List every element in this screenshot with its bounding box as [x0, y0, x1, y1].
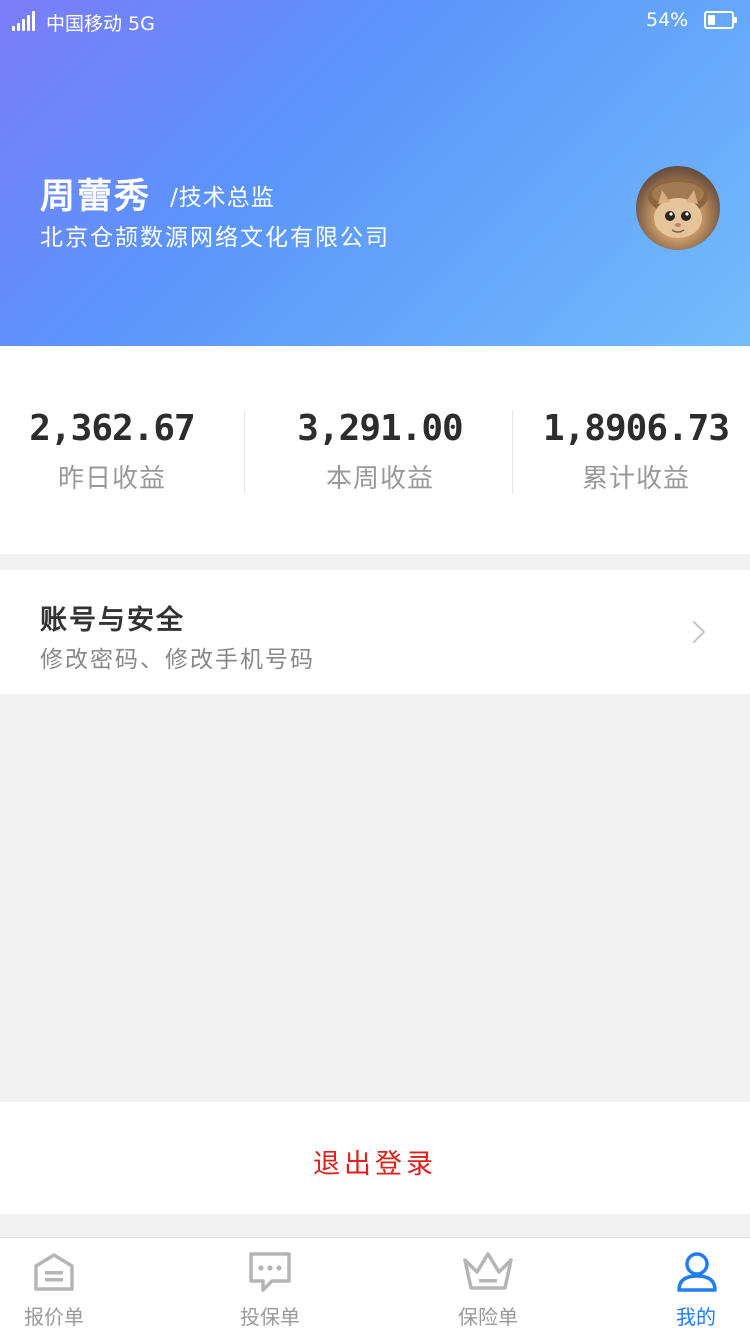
stat-yesterday: 2,362.67 昨日收益: [0, 346, 224, 554]
stat-value: 3,291.00: [297, 408, 463, 449]
stat-divider: [244, 410, 245, 494]
stat-label: 本周收益: [325, 464, 434, 494]
carrier-label: 中国移动 5G: [46, 13, 155, 35]
stat-label: 累计收益: [581, 464, 690, 494]
profile-header: 中国移动 5G 54% 周蕾秀 /技术总监 北京仓颉数源网络文化有限公司: [0, 0, 750, 346]
tab-label: 我的: [676, 1305, 716, 1329]
signal-icon: [12, 11, 36, 31]
avatar[interactable]: [636, 166, 720, 250]
bottom-tab-bar: 报价单 投保单 保险单 我的: [0, 1237, 750, 1334]
tab-label: 保险单: [458, 1305, 518, 1329]
user-icon: [677, 1252, 717, 1292]
tab-quotes[interactable]: 报价单: [0, 1238, 114, 1334]
tab-applications[interactable]: 投保单: [210, 1238, 330, 1334]
user-company: 北京仓颉数源网络文化有限公司: [40, 225, 390, 251]
battery-level: [708, 15, 715, 25]
tab-policies[interactable]: 保险单: [428, 1238, 548, 1334]
tab-label: 报价单: [24, 1305, 84, 1329]
battery-icon: [704, 11, 737, 29]
account-security-row[interactable]: 账号与安全 修改密码、修改手机号码: [0, 570, 750, 694]
crown-icon: [463, 1252, 513, 1290]
account-security-title: 账号与安全: [40, 605, 185, 636]
tab-label: 投保单: [240, 1305, 300, 1329]
user-name: 周蕾秀: [40, 177, 152, 217]
earnings-panel: 2,362.67 昨日收益 3,291.00 本周收益 1,8906.73 累计…: [0, 346, 750, 554]
logout-button[interactable]: 退出登录: [0, 1102, 750, 1214]
logout-label: 退出登录: [313, 1149, 437, 1180]
chat-bubble-icon: [249, 1252, 291, 1292]
stat-label: 昨日收益: [57, 464, 166, 494]
chevron-right-icon: [682, 620, 706, 644]
status-bar: 中国移动 5G 54%: [0, 0, 750, 42]
battery-percent: 54%: [646, 9, 689, 31]
user-title: /技术总监: [170, 185, 275, 211]
tab-mine[interactable]: 我的: [636, 1238, 750, 1334]
stat-cumulative: 1,8906.73 累计收益: [530, 346, 742, 554]
house-icon: [34, 1253, 74, 1291]
account-security-subtitle: 修改密码、修改手机号码: [40, 647, 315, 673]
stat-divider: [512, 410, 513, 494]
cat-avatar-icon: [648, 178, 708, 238]
stat-this-week: 3,291.00 本周收益: [270, 346, 490, 554]
stat-value: 1,8906.73: [542, 408, 730, 449]
stat-value: 2,362.67: [29, 408, 195, 449]
